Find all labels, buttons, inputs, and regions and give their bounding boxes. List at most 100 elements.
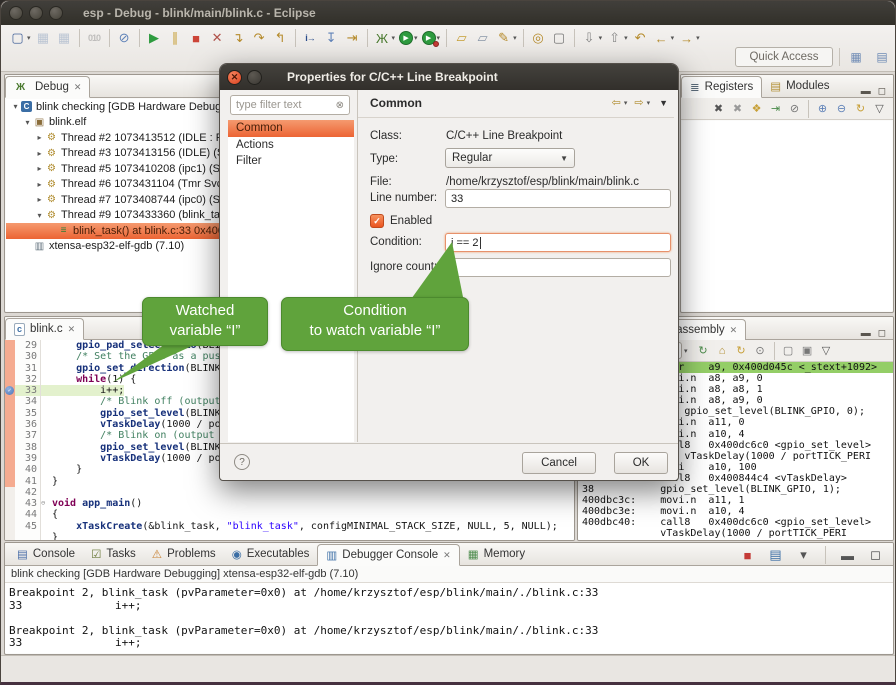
filter-input[interactable]: type filter text ⊗: [230, 95, 350, 115]
back-dropdown-icon[interactable]: ▾: [671, 34, 675, 42]
type-dropdown[interactable]: Regular ▼: [445, 148, 575, 168]
previous-annotation-button[interactable]: ⇧▾: [604, 28, 630, 48]
tab-close-icon[interactable]: ✕: [443, 550, 451, 561]
save-all-button[interactable]: ▦: [54, 28, 75, 48]
step-return-button[interactable]: ↰: [270, 28, 291, 48]
quick-access-button[interactable]: Quick Access: [735, 47, 833, 67]
disassembly-line[interactable]: vTaskDelay(1000 / portTICK_PERI: [578, 528, 893, 539]
remove-all-button[interactable]: ✖: [728, 99, 747, 119]
home-button[interactable]: ⌂: [713, 341, 732, 361]
tree-twistie-icon[interactable]: ▸: [34, 180, 45, 189]
debug-dropdown-icon[interactable]: ▾: [392, 34, 396, 42]
forward-dropdown-icon[interactable]: ▾: [647, 99, 651, 107]
last-edit-location-button[interactable]: ↶: [630, 28, 651, 48]
remove-selected-button[interactable]: ✖: [709, 99, 728, 119]
refresh-registers-button[interactable]: ↻: [851, 99, 870, 119]
expand-all-button[interactable]: ⊕: [813, 99, 832, 119]
code-line[interactable]: 42: [5, 487, 574, 498]
run-dropdown-icon[interactable]: ▾: [414, 34, 418, 42]
suspend-button[interactable]: ∥: [165, 28, 186, 48]
track-expression-button[interactable]: ⊙: [751, 341, 770, 361]
line-number-input[interactable]: 33: [445, 189, 671, 208]
debug-button[interactable]: Ж▾: [372, 28, 398, 48]
back-arrow-icon[interactable]: ⇦: [612, 96, 621, 109]
add-register-group-button[interactable]: ❖: [747, 99, 766, 119]
tree-twistie-icon[interactable]: ▸: [34, 195, 45, 204]
external-tools-button[interactable]: ▶▾: [420, 28, 443, 48]
forward-arrow-icon[interactable]: ⇨: [634, 96, 643, 109]
registers-view-menu-button[interactable]: ▽: [870, 99, 889, 119]
dialog-minimize-button[interactable]: [247, 70, 262, 85]
forward-button[interactable]: →▾: [676, 28, 702, 48]
tab-debug[interactable]: Ж Debug ✕: [5, 76, 90, 98]
drop-to-frame-button[interactable]: ↧: [321, 28, 342, 48]
ignore-count-input[interactable]: 0: [445, 258, 671, 277]
next-annotation-button[interactable]: ⇩▾: [579, 28, 605, 48]
save-button[interactable]: ▦: [33, 28, 54, 48]
display-selected-console-button[interactable]: ▤: [765, 545, 786, 565]
view-menu-icon[interactable]: ▼: [659, 98, 668, 108]
back-dropdown-icon[interactable]: ▾: [624, 99, 628, 107]
tree-twistie-icon[interactable]: ▸: [34, 164, 45, 173]
use-step-filters-button[interactable]: ⇥: [342, 28, 363, 48]
disassembly-line[interactable]: 38 gpio_set_level(BLINK_GPIO, 1);: [578, 484, 893, 495]
search-button[interactable]: ◎: [528, 28, 549, 48]
tab-executables[interactable]: ◉Executables: [224, 543, 318, 565]
fold-marker-icon[interactable]: ⊖: [41, 498, 49, 509]
annotate-dropdown-icon[interactable]: ▾: [513, 34, 517, 42]
run-button[interactable]: ▶▾: [397, 28, 420, 48]
code-line[interactable]: 45 xTaskCreate(&blink_task, "blink_task"…: [5, 521, 574, 532]
window-maximize-button[interactable]: [49, 6, 63, 20]
enabled-checkbox[interactable]: ✓: [370, 214, 384, 228]
annotate-button[interactable]: ✎▾: [493, 28, 519, 48]
instruction-stepping-button[interactable]: i→: [300, 28, 321, 48]
dialog-close-button[interactable]: ✕: [227, 70, 242, 85]
step-into-button[interactable]: ↴: [228, 28, 249, 48]
window-minimize-button[interactable]: [29, 6, 43, 20]
previous-annotation-dropdown-icon[interactable]: ▾: [624, 34, 628, 42]
resume-button[interactable]: ▶: [144, 28, 165, 48]
next-annotation-dropdown-icon[interactable]: ▾: [599, 34, 603, 42]
breakpoint-icon[interactable]: ✓: [5, 386, 14, 395]
collapse-all-button[interactable]: ⊖: [832, 99, 851, 119]
open-new-view-button[interactable]: ▢: [779, 341, 798, 361]
code-line[interactable]: 43⊖void app_main(): [5, 498, 574, 509]
skip-all-breakpoints-button[interactable]: ⊘: [114, 28, 135, 48]
location-combo-dropdown[interactable]: ▾: [684, 347, 688, 355]
build-binary-button[interactable]: 010: [84, 28, 105, 48]
dialog-nav-item-actions[interactable]: Actions: [228, 137, 354, 154]
export-registers-button[interactable]: ⇥: [766, 99, 785, 119]
sync-with-active-context-button[interactable]: ↻: [732, 341, 751, 361]
dialog-nav-item-common[interactable]: Common: [228, 120, 354, 137]
refresh-disassembly-button[interactable]: ↻: [694, 341, 713, 361]
tree-twistie-icon[interactable]: ▾: [22, 118, 33, 127]
terminate-console-button[interactable]: ■: [737, 545, 758, 565]
tab-close-icon[interactable]: ✕: [68, 324, 76, 335]
tree-twistie-icon[interactable]: ▸: [34, 149, 45, 158]
ok-button[interactable]: OK: [614, 452, 668, 474]
console-dropdown-button[interactable]: ▾: [793, 545, 814, 565]
open-perspective-button[interactable]: ▦: [845, 46, 867, 67]
pin-view-button[interactable]: ▣: [798, 341, 817, 361]
disconnect-button[interactable]: ✕: [207, 28, 228, 48]
new-wizard-button[interactable]: ▢▾: [7, 28, 33, 48]
tab-tasks[interactable]: ☑Tasks: [83, 543, 144, 565]
new-wizard-dropdown-icon[interactable]: ▾: [27, 34, 31, 42]
registers-content[interactable]: [682, 121, 892, 311]
code-line[interactable]: 44{: [5, 509, 574, 520]
tab-registers[interactable]: ≣Registers: [681, 76, 762, 98]
tree-twistie-icon[interactable]: ▾: [10, 102, 21, 111]
tab-problems[interactable]: ⚠Problems: [144, 543, 224, 565]
code-line[interactable]: }: [5, 532, 574, 540]
minimize-view-icon[interactable]: ▬: [861, 328, 871, 339]
help-button[interactable]: ?: [234, 454, 250, 470]
disassembly-line[interactable]: 400dbc3e: movi.n a10, 4: [578, 506, 893, 517]
disassembly-view-menu-button[interactable]: ▽: [817, 341, 836, 361]
back-button[interactable]: ←▾: [651, 28, 677, 48]
tab-console[interactable]: ▤Console: [9, 543, 83, 565]
tab-blink-c[interactable]: c blink.c ✕: [5, 318, 84, 340]
cpp-perspective-button[interactable]: ▤: [871, 46, 893, 67]
maximize-view-icon[interactable]: ◻: [878, 86, 886, 97]
minimize-console-button[interactable]: ▬: [837, 545, 858, 565]
console-output[interactable]: Breakpoint 2, blink_task (pvParameter=0x…: [5, 583, 893, 653]
